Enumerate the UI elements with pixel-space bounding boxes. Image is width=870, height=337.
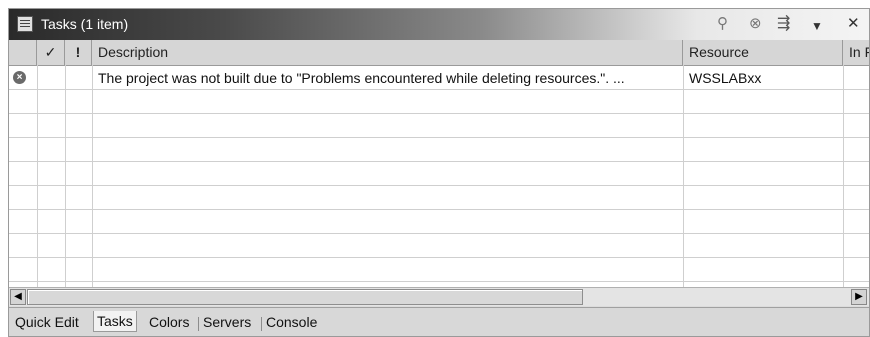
column-header-resource[interactable]: Resource bbox=[683, 40, 843, 65]
table-row[interactable]: × The project was not built due to "Prob… bbox=[9, 66, 869, 90]
tab-quick-edit[interactable]: Quick Edit bbox=[12, 312, 82, 332]
tab-tasks[interactable]: Tasks bbox=[93, 311, 137, 332]
scrollbar-thumb[interactable] bbox=[27, 289, 583, 305]
table-row-empty bbox=[9, 210, 869, 234]
tasks-table: ✓ ! Description Resource In F × The proj… bbox=[9, 40, 869, 287]
table-row-empty bbox=[9, 114, 869, 138]
column-header-priority[interactable]: ! bbox=[65, 40, 92, 65]
tab-servers[interactable]: Servers bbox=[200, 312, 254, 332]
tasks-icon bbox=[17, 16, 33, 32]
table-row-empty bbox=[9, 138, 869, 162]
column-divider bbox=[843, 65, 844, 287]
view-title: Tasks (1 item) bbox=[41, 16, 129, 32]
column-header-completed[interactable]: ✓ bbox=[37, 40, 65, 65]
filter-icon[interactable]: ⚲ bbox=[717, 15, 728, 33]
scroll-right-button[interactable]: ▶ bbox=[851, 289, 867, 305]
tasks-view: Tasks (1 item) ⚲ ⊗ ⇶ ▼ ✕ ✓ ! Description… bbox=[8, 8, 870, 337]
table-row-empty bbox=[9, 258, 869, 282]
task-description: The project was not built due to "Proble… bbox=[98, 70, 625, 86]
tab-colors[interactable]: Colors bbox=[146, 312, 192, 332]
tab-separator bbox=[198, 317, 199, 331]
error-icon: × bbox=[13, 71, 26, 84]
table-header: ✓ ! Description Resource In F bbox=[9, 40, 869, 66]
table-row-empty bbox=[9, 90, 869, 114]
task-resource: WSSLABxx bbox=[689, 70, 762, 86]
column-header-type[interactable] bbox=[9, 40, 37, 65]
column-header-in-folder[interactable]: In F bbox=[843, 40, 869, 65]
horizontal-scrollbar[interactable]: ◀ ▶ bbox=[9, 287, 869, 306]
column-divider bbox=[683, 65, 684, 287]
scroll-left-button[interactable]: ◀ bbox=[10, 289, 26, 305]
delete-completed-icon[interactable]: ⊗ bbox=[749, 15, 762, 33]
table-row-empty bbox=[9, 162, 869, 186]
tab-separator bbox=[261, 317, 262, 331]
table-row-empty bbox=[9, 234, 869, 258]
column-header-description[interactable]: Description bbox=[92, 40, 683, 65]
table-row-empty bbox=[9, 186, 869, 210]
view-titlebar: Tasks (1 item) ⚲ ⊗ ⇶ ▼ ✕ bbox=[9, 9, 869, 40]
column-divider bbox=[92, 65, 93, 287]
column-divider bbox=[65, 65, 66, 287]
sort-icon[interactable]: ⇶ bbox=[777, 15, 790, 33]
view-menu-icon[interactable]: ▼ bbox=[811, 17, 823, 35]
column-divider bbox=[37, 65, 38, 287]
close-icon[interactable]: ✕ bbox=[847, 15, 860, 33]
tab-console[interactable]: Console bbox=[263, 312, 320, 332]
view-tab-bar: Quick Edit Tasks Colors Servers Console bbox=[9, 307, 869, 336]
